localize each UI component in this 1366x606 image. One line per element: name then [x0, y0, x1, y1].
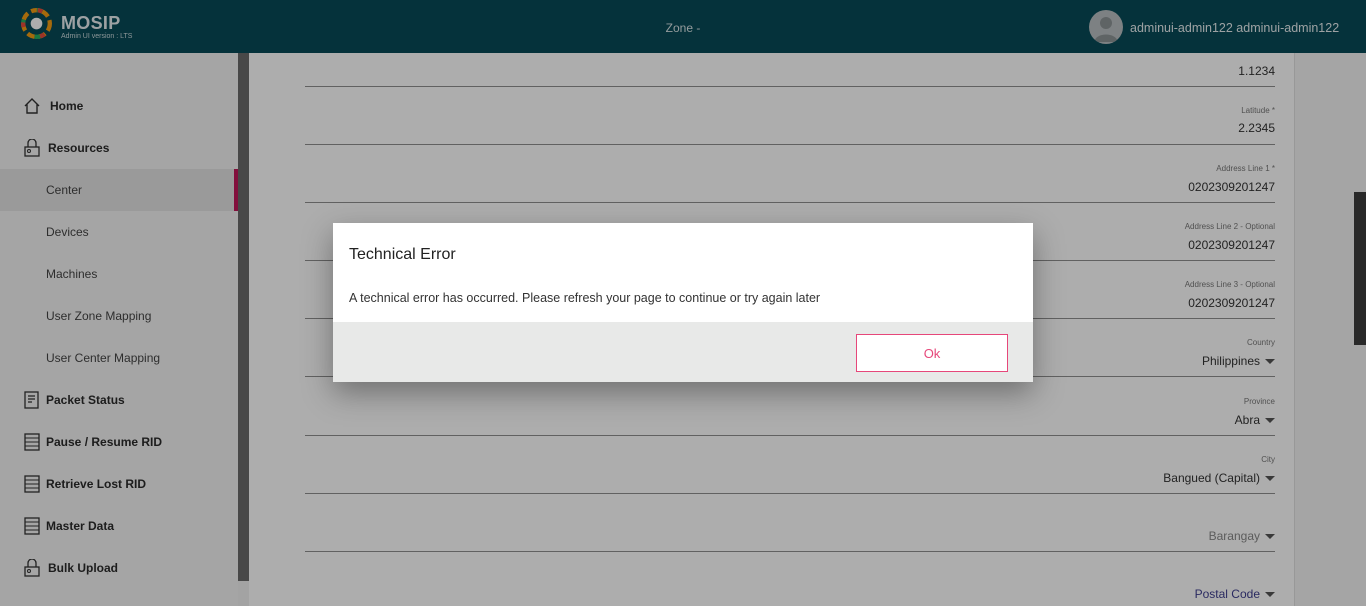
dialog-title: Technical Error: [349, 246, 456, 263]
dialog-footer: Ok: [333, 322, 1033, 382]
dialog-message: A technical error has occurred. Please r…: [349, 291, 821, 305]
error-dialog: Technical Error A technical error has oc…: [333, 223, 1033, 382]
ok-button[interactable]: Ok: [856, 334, 1008, 372]
